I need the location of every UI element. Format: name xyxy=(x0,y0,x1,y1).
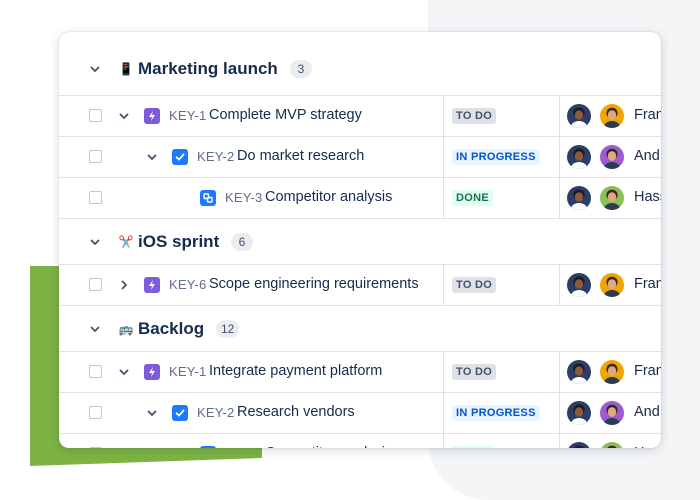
chevron-down-icon[interactable] xyxy=(146,407,158,419)
issue-row[interactable]: KEY-2 Research vendors IN PROGRESS And xyxy=(59,392,661,433)
avatar[interactable] xyxy=(600,104,624,128)
status-badge[interactable]: DONE xyxy=(452,446,493,448)
lightning-icon xyxy=(144,277,160,293)
group-emoji: 🚌 xyxy=(118,321,134,336)
column-divider xyxy=(559,393,560,433)
chevron-down-icon[interactable] xyxy=(89,236,101,248)
column-divider xyxy=(559,434,560,448)
column-divider xyxy=(443,393,444,433)
issue-row[interactable]: KEY-1 Complete MVP strategy TO DO Fran xyxy=(59,95,661,136)
group-title: Marketing launch xyxy=(138,58,278,78)
issue-row[interactable]: KEY-3Competitor analysis DONE Has xyxy=(59,433,661,448)
issue-key[interactable]: KEY-2 xyxy=(197,149,234,164)
column-divider xyxy=(559,96,560,136)
avatar[interactable] xyxy=(600,186,624,210)
issue-summary[interactable]: Integrate payment platform xyxy=(209,363,382,379)
issue-key[interactable]: KEY-1 xyxy=(169,364,206,379)
lightning-icon xyxy=(144,108,160,124)
group-title: iOS sprint xyxy=(138,231,220,251)
status-badge[interactable]: IN PROGRESS xyxy=(452,149,540,165)
chevron-right-icon[interactable] xyxy=(118,279,130,291)
row-select-checkbox[interactable] xyxy=(89,447,102,448)
avatar[interactable] xyxy=(567,442,591,448)
assignee-name: Has xyxy=(634,445,660,448)
assignee-name: Fran xyxy=(634,363,661,379)
issue-summary[interactable]: Competitor analysis xyxy=(265,445,392,448)
issue-key[interactable]: KEY-6 xyxy=(169,277,206,292)
issue-list: 📱 Marketing launch 3 KEY-1 Complete MVP stra… xyxy=(59,32,661,448)
column-divider xyxy=(559,137,560,177)
chevron-down-icon[interactable] xyxy=(146,151,158,163)
column-divider xyxy=(559,265,560,305)
assignee-name: And xyxy=(634,148,660,164)
subtask-icon xyxy=(200,446,216,448)
avatar[interactable] xyxy=(567,401,591,425)
avatar[interactable] xyxy=(600,442,624,448)
row-select-checkbox[interactable] xyxy=(89,278,102,291)
status-badge[interactable]: TO DO xyxy=(452,277,497,293)
status-badge[interactable]: DONE xyxy=(452,190,493,206)
avatar[interactable] xyxy=(600,145,624,169)
group-header[interactable]: 📱 Marketing launch 3 xyxy=(59,42,661,95)
avatar[interactable] xyxy=(567,360,591,384)
row-select-checkbox[interactable] xyxy=(89,150,102,163)
chevron-down-icon[interactable] xyxy=(118,366,130,378)
checkbox-icon xyxy=(172,405,188,421)
row-select-checkbox[interactable] xyxy=(89,406,102,419)
avatar[interactable] xyxy=(567,104,591,128)
chevron-down-icon[interactable] xyxy=(118,110,130,122)
group-count-badge: 6 xyxy=(231,232,253,251)
group-emoji: 📱 xyxy=(118,61,134,76)
row-select-checkbox[interactable] xyxy=(89,365,102,378)
avatar[interactable] xyxy=(600,360,624,384)
group-count-badge: 3 xyxy=(290,59,312,78)
issue-key[interactable]: KEY-3 xyxy=(225,190,262,205)
avatar[interactable] xyxy=(567,186,591,210)
assignee-name: Fran xyxy=(634,276,661,292)
column-divider xyxy=(443,137,444,177)
issue-list-card: 📱 Marketing launch 3 KEY-1 Complete MVP stra… xyxy=(59,32,661,448)
group-header[interactable]: ✂️ iOS sprint 6 xyxy=(59,219,661,264)
avatar[interactable] xyxy=(600,273,624,297)
issue-row[interactable]: KEY-3Competitor analysis DONE Hass xyxy=(59,177,661,219)
column-divider xyxy=(559,178,560,218)
assignee-name: And xyxy=(634,404,660,420)
status-badge[interactable]: TO DO xyxy=(452,364,497,380)
row-select-checkbox[interactable] xyxy=(89,109,102,122)
issue-row[interactable]: KEY-2 Do market research IN PROGRESS And xyxy=(59,136,661,177)
group-title: Backlog xyxy=(138,318,205,338)
chevron-down-icon[interactable] xyxy=(89,63,101,75)
issue-summary[interactable]: Do market research xyxy=(237,148,364,164)
assignee-name: Hass xyxy=(634,189,661,205)
column-divider xyxy=(443,434,444,448)
subtask-icon xyxy=(200,190,216,206)
issue-key[interactable]: KEY-3 xyxy=(225,446,262,448)
status-badge[interactable]: IN PROGRESS xyxy=(452,405,540,421)
avatar[interactable] xyxy=(567,145,591,169)
status-badge[interactable]: TO DO xyxy=(452,108,497,124)
issue-key[interactable]: KEY-1 xyxy=(169,108,206,123)
column-divider xyxy=(443,265,444,305)
issue-row[interactable]: KEY-1 Integrate payment platform TO DO Fran xyxy=(59,351,661,392)
avatar[interactable] xyxy=(567,273,591,297)
group-count-badge: 12 xyxy=(216,319,240,338)
issue-summary[interactable]: Competitor analysis xyxy=(265,189,392,205)
column-divider xyxy=(443,96,444,136)
issue-summary[interactable]: Research vendors xyxy=(237,404,355,420)
issue-row[interactable]: KEY-6 Scope engineering requirements TO DO… xyxy=(59,264,661,306)
checkbox-icon xyxy=(172,149,188,165)
chevron-down-icon[interactable] xyxy=(89,323,101,335)
issue-summary[interactable]: Scope engineering requirements xyxy=(209,276,419,292)
group-emoji: ✂️ xyxy=(118,234,134,249)
group-header[interactable]: 🚌 Backlog 12 xyxy=(59,306,661,351)
column-divider xyxy=(443,352,444,392)
column-divider xyxy=(559,352,560,392)
issue-key[interactable]: KEY-2 xyxy=(197,405,234,420)
avatar[interactable] xyxy=(600,401,624,425)
issue-summary[interactable]: Complete MVP strategy xyxy=(209,107,362,123)
assignee-name: Fran xyxy=(634,107,661,123)
row-select-checkbox[interactable] xyxy=(89,191,102,204)
lightning-icon xyxy=(144,364,160,380)
column-divider xyxy=(443,178,444,218)
